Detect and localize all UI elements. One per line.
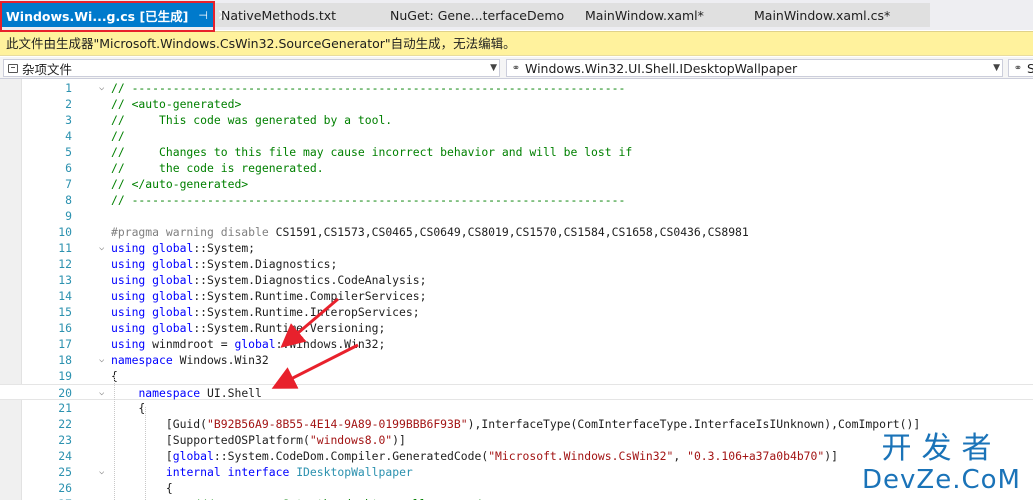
watermark-cn: 开发者: [881, 431, 1002, 466]
watermark-en: DevZe.CoM: [862, 465, 1021, 495]
arrow-to-namespace: [280, 297, 339, 348]
annotation-arrows: [271, 297, 359, 389]
arrow-to-ui-shell: [271, 343, 359, 389]
watermark-logo: 开发者 DevZe.CoM: [862, 431, 1021, 495]
